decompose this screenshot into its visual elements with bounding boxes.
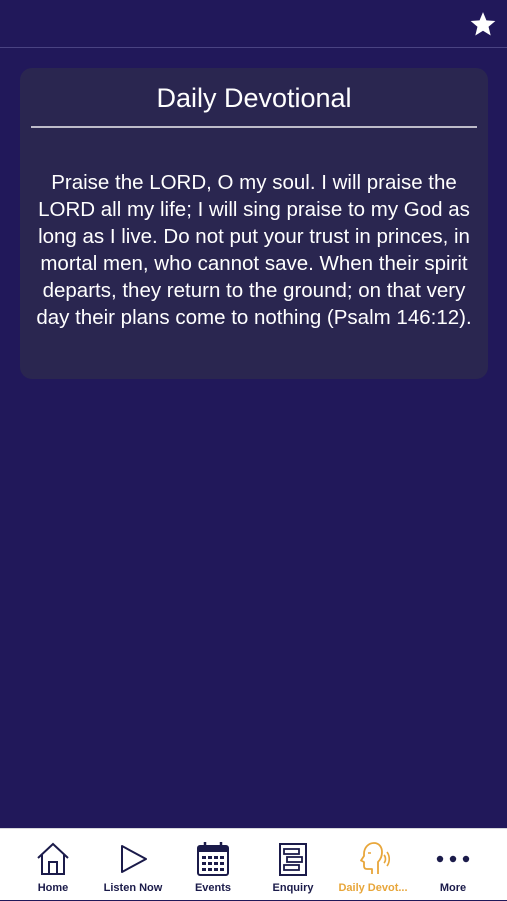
devotional-text: Praise the LORD, O my soul. I will prais… bbox=[36, 171, 472, 329]
more-dots-icon bbox=[436, 855, 470, 863]
star-icon bbox=[470, 12, 496, 36]
top-bar bbox=[0, 0, 507, 48]
form-icon bbox=[279, 843, 307, 876]
favorite-button[interactable] bbox=[469, 10, 497, 38]
tab-home[interactable]: Home bbox=[13, 829, 93, 901]
tab-events-label: Events bbox=[194, 882, 232, 894]
tab-listen-now[interactable]: Listen Now bbox=[93, 829, 173, 901]
tab-enquiry[interactable]: Enquiry bbox=[253, 829, 333, 901]
tab-listen-now-label: Listen Now bbox=[103, 882, 163, 894]
tab-daily-devotional[interactable]: Daily Devot... bbox=[333, 829, 413, 901]
tab-bar: Home Listen Now Events Enquiry Daily Dev… bbox=[0, 828, 507, 900]
tab-daily-devotional-label: Daily Devot... bbox=[338, 882, 408, 894]
speaking-head-icon bbox=[360, 842, 391, 874]
tab-more[interactable]: More bbox=[413, 829, 493, 901]
tab-home-label: Home bbox=[37, 882, 69, 894]
devotional-title: Daily Devotional bbox=[156, 83, 352, 113]
play-icon bbox=[121, 845, 147, 873]
home-icon bbox=[37, 842, 69, 875]
tab-events[interactable]: Events bbox=[173, 829, 253, 901]
calendar-icon bbox=[197, 842, 229, 876]
title-divider bbox=[31, 126, 477, 128]
devotional-card: Daily Devotional Praise the LORD, O my s… bbox=[20, 68, 488, 379]
tab-enquiry-label: Enquiry bbox=[272, 882, 314, 894]
tab-more-label: More bbox=[439, 882, 467, 894]
